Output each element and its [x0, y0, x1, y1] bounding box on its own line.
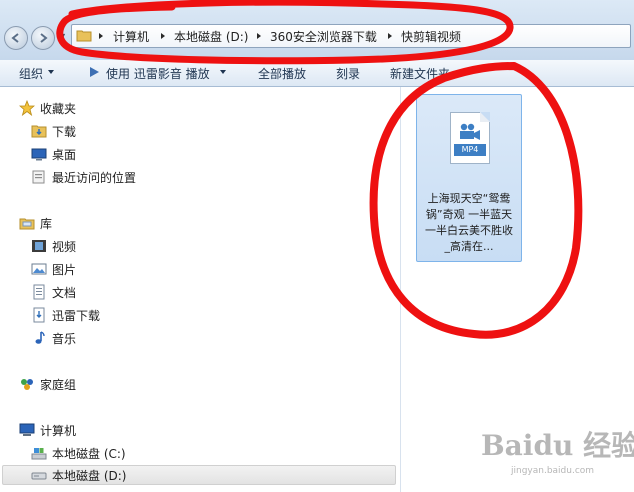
nav-videos-label: 视频	[52, 239, 77, 254]
nav-computer[interactable]: 计算机	[19, 420, 76, 440]
breadcrumb-computer[interactable]: 计算机	[113, 28, 149, 45]
arrow-left-icon	[11, 33, 19, 43]
breadcrumb-separator-icon	[161, 33, 165, 39]
nav-videos[interactable]: 视频	[31, 236, 76, 256]
nav-favorites-label: 收藏夹	[40, 101, 77, 116]
watermark-url: jingyan.baidu.com	[511, 466, 595, 476]
nav-homegroup[interactable]: 家庭组	[19, 374, 76, 394]
watermark-logo: Baidu 经验	[481, 429, 634, 462]
nav-documents[interactable]: 文档	[31, 282, 76, 302]
baidu-jingyan-watermark: Baidu 经验 jingyan.baidu.com	[471, 418, 634, 482]
nav-xunlei-downloads-label: 迅雷下载	[52, 308, 101, 323]
forward-button[interactable]	[31, 26, 55, 50]
mp4-badge: MP4	[454, 144, 486, 156]
xunlei-downloads-icon	[31, 307, 47, 323]
breadcrumb-separator-icon	[257, 33, 261, 39]
nav-drive-d-label: 本地磁盘 (D:)	[52, 468, 127, 483]
folder-icon	[76, 30, 92, 42]
video-file-item[interactable]: MP4 上海现天空“鸳鸯锅”奇观 一半蓝天一半白云美不胜收 _高清在...	[416, 94, 522, 262]
video-library-icon	[31, 238, 47, 254]
nav-music-label: 音乐	[52, 331, 77, 346]
breadcrumb-360-downloads[interactable]: 360安全浏览器下载	[270, 28, 377, 45]
back-button[interactable]	[4, 26, 28, 50]
nav-downloads-label: 下载	[52, 124, 77, 139]
nav-desktop[interactable]: 桌面	[31, 144, 76, 164]
play-icon	[90, 67, 99, 77]
organize-dropdown-icon[interactable]	[48, 70, 54, 74]
nav-documents-label: 文档	[52, 285, 77, 300]
computer-icon	[19, 422, 35, 438]
nav-libraries[interactable]: 库	[19, 213, 52, 233]
nav-favorites[interactable]: 收藏夹	[18, 98, 77, 118]
hard-drive-icon	[31, 467, 47, 483]
nav-pictures[interactable]: 图片	[31, 259, 76, 279]
library-icon	[19, 215, 35, 231]
nav-xunlei-downloads[interactable]: 迅雷下载	[31, 305, 100, 325]
documents-library-icon	[31, 284, 47, 300]
arrow-right-icon	[40, 33, 48, 43]
play-with-dropdown-icon[interactable]	[220, 70, 226, 74]
homegroup-icon	[19, 376, 35, 392]
breadcrumb-separator-icon	[388, 33, 392, 39]
star-icon	[18, 99, 36, 117]
recent-places-icon	[31, 169, 47, 185]
downloads-folder-icon	[31, 123, 47, 139]
desktop-icon	[31, 146, 47, 162]
nav-libraries-label: 库	[40, 216, 53, 231]
new-folder-button[interactable]: 新建文件夹	[390, 65, 450, 82]
burn-button[interactable]: 刻录	[336, 65, 360, 82]
nav-desktop-label: 桌面	[52, 147, 77, 162]
history-dropdown-icon[interactable]: ▼	[59, 32, 65, 41]
page-fold-icon	[480, 112, 490, 122]
video-file-name: 上海现天空“鸳鸯锅”奇观 一半蓝天一半白云美不胜收 _高清在...	[425, 192, 513, 253]
breadcrumb-separator-icon	[99, 33, 103, 39]
address-bar[interactable]: 计算机 本地磁盘 (D:) 360安全浏览器下载 快剪辑视频	[71, 24, 631, 48]
play-all-button[interactable]: 全部播放	[258, 65, 306, 82]
mp4-file-icon: MP4	[450, 112, 490, 164]
organize-button[interactable]: 组织	[19, 65, 43, 82]
nav-pictures-label: 图片	[52, 262, 77, 277]
command-toolbar: 组织 使用 迅雷影音 播放 全部播放 刻录 新建文件夹	[0, 60, 634, 87]
breadcrumb-drive-d[interactable]: 本地磁盘 (D:)	[174, 28, 248, 45]
pictures-library-icon	[31, 261, 47, 277]
nav-drive-c[interactable]: 本地磁盘 (C:)	[31, 443, 126, 463]
nav-computer-label: 计算机	[40, 423, 77, 438]
system-drive-icon	[31, 445, 47, 461]
nav-music[interactable]: 音乐	[31, 328, 76, 348]
play-with-button[interactable]: 使用 迅雷影音 播放	[106, 65, 210, 82]
nav-drive-d[interactable]: 本地磁盘 (D:)	[2, 465, 396, 485]
music-note-icon	[31, 330, 47, 346]
nav-homegroup-label: 家庭组	[40, 377, 77, 392]
nav-drive-c-label: 本地磁盘 (C:)	[52, 446, 126, 461]
video-camera-icon	[460, 123, 480, 140]
nav-recent-places[interactable]: 最近访问的位置	[31, 167, 136, 187]
nav-downloads[interactable]: 下载	[31, 121, 76, 141]
navigation-pane: 收藏夹 下载 桌面 最近访问的位置 库 视频 图片 文档 迅雷下载 音乐 家庭组…	[0, 87, 401, 492]
nav-recent-places-label: 最近访问的位置	[52, 170, 137, 185]
breadcrumb-kuaijianji-videos[interactable]: 快剪辑视频	[401, 28, 461, 45]
